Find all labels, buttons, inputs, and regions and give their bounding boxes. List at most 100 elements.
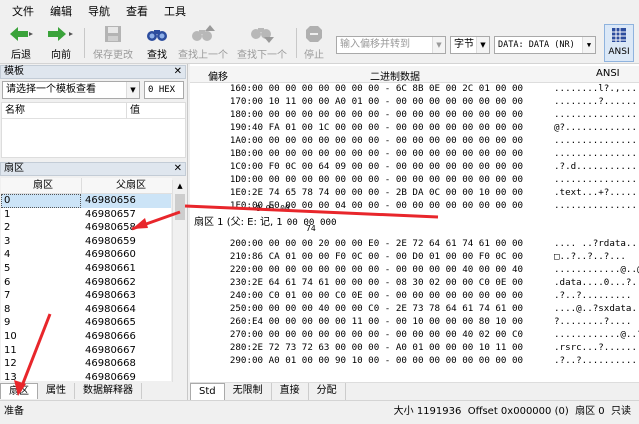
- hex-bytes: E4 00 00 00 00 00 11 00 - 00 10 00 00 00…: [252, 316, 524, 327]
- column-header-name[interactable]: 名称: [5, 103, 25, 119]
- hex-row[interactable]: 230: 2E 64 61 74 61 00 00 00 - 08 30 02 0…: [190, 276, 639, 289]
- sector-number: 6: [4, 276, 11, 288]
- sector-row[interactable]: 6 46980662: [1, 276, 171, 290]
- hex-overlay-a: 8 01 00: [256, 204, 290, 213]
- hex-row[interactable]: 1A0: 00 00 00 00 00 00 00 00 - 00 00 00 0…: [190, 134, 639, 147]
- sector-table-header: 扇区 父扇区: [1, 178, 172, 194]
- sector-row[interactable]: 8 46980664: [1, 303, 171, 317]
- sector-row[interactable]: 12 46980668: [1, 357, 171, 371]
- close-icon[interactable]: ✕: [174, 163, 182, 175]
- status-bar: 准备 大小 1191936 Offset 0x000000 (0) 扇区 0 只…: [0, 400, 639, 424]
- sector-row[interactable]: 10 46980666: [1, 330, 171, 344]
- ansi-button[interactable]: ANSI: [604, 24, 634, 62]
- menu-view[interactable]: 查看: [118, 3, 156, 19]
- hex-view[interactable]: 偏移 二进制数据 ANSI 160: 00 00 00 00 00 00 00 0…: [190, 64, 639, 382]
- binoculars-up-icon: [191, 24, 215, 44]
- sector-row[interactable]: 0 46980656: [1, 194, 171, 208]
- chevron-down-icon[interactable]: ▼: [126, 82, 139, 98]
- tab-properties[interactable]: 属性: [38, 383, 75, 399]
- chevron-down-icon[interactable]: ▼: [476, 37, 489, 53]
- hex-row[interactable]: 270: 00 00 00 00 00 00 00 00 - 00 00 00 0…: [190, 328, 639, 341]
- hex-row[interactable]: 170: 00 10 11 00 00 A0 01 00 - 00 00 00 0…: [190, 95, 639, 108]
- unit-select[interactable]: 字节 ▼: [450, 36, 490, 54]
- template-panel-header: 模板 ✕: [0, 65, 186, 79]
- hex-row[interactable]: 210: 86 CA 01 00 00 F0 0C 00 - 00 D0 01 0…: [190, 250, 639, 263]
- sector-row[interactable]: 9 46980665: [1, 316, 171, 330]
- sector-number: 4: [4, 249, 11, 261]
- hex-row[interactable]: 280: 2E 72 73 72 63 00 00 00 - A0 01 00 0…: [190, 341, 639, 354]
- scroll-up-icon[interactable]: ▲: [174, 180, 186, 192]
- back-button[interactable]: 后退: [4, 24, 38, 62]
- hex-row[interactable]: 240: 00 C0 01 00 00 C0 0E 00 - 00 00 00 0…: [190, 289, 639, 302]
- hex-row[interactable]: 1E0: 2E 74 65 78 74 00 00 00 - 2B DA 0C 0…: [190, 186, 639, 199]
- sector-row[interactable]: 4 46980660: [1, 248, 171, 262]
- hex-offset: 260:: [229, 316, 252, 327]
- column-header-value[interactable]: 值: [126, 103, 140, 119]
- menu-tools[interactable]: 工具: [156, 3, 194, 19]
- menu-navigate[interactable]: 导航: [80, 3, 118, 19]
- hex-offset: 190:: [229, 122, 252, 133]
- offset-input[interactable]: 输入偏移并转到 ▼: [336, 36, 446, 54]
- hex-tabs: Std 无限制 直接 分配: [190, 382, 639, 400]
- tab-sectors[interactable]: 扇区: [0, 383, 38, 399]
- hex-row[interactable]: 260: E4 00 00 00 00 00 11 00 - 00 10 00 0…: [190, 315, 639, 328]
- hex-row[interactable]: 290: 00 A0 01 00 00 90 10 00 - 00 00 00 0…: [190, 354, 639, 367]
- hex-offset: 250:: [229, 303, 252, 314]
- parent-sector: 46980663: [85, 290, 136, 302]
- hex-ansi: .... ..?rdata..: [554, 238, 637, 249]
- sector-row[interactable]: 7 46980663: [1, 289, 171, 303]
- data-source-select[interactable]: DATA: DATA (NR) ▼: [494, 36, 596, 54]
- sector-number: 3: [4, 235, 11, 247]
- save-button[interactable]: 保存更改: [90, 24, 136, 62]
- hex-bytes: 00 00 00 00 00 00 00 00 - 6C 8B 0E 00 2C…: [252, 83, 524, 94]
- stop-button[interactable]: 停止: [302, 24, 326, 62]
- hex-bytes: 00 10 11 00 00 A0 01 00 - 00 00 00 00 00…: [252, 96, 524, 107]
- find-next-button[interactable]: 查找下一个: [236, 24, 288, 62]
- menu-file[interactable]: 文件: [4, 3, 42, 19]
- hex-row[interactable]: 180: 00 00 00 00 00 00 00 00 - 00 00 00 0…: [190, 108, 639, 121]
- hex-ansi: ....@..?sxdata.: [554, 303, 637, 314]
- hex-row[interactable]: 1B0: 00 00 00 00 00 00 00 00 - 00 00 00 0…: [190, 147, 639, 160]
- status-info: 大小 1191936 Offset 0x000000 (0) 扇区 0 只读: [393, 406, 631, 417]
- hex-ansi: ?........?....: [554, 316, 632, 327]
- sector-row[interactable]: 11 46980667: [1, 344, 171, 358]
- column-header-parent[interactable]: 父扇区: [81, 178, 146, 194]
- find-button[interactable]: 查找: [142, 24, 172, 62]
- hex-row[interactable]: 190: 40 FA 01 00 1C 00 00 00 - 00 00 00 0…: [190, 121, 639, 134]
- scroll-thumb[interactable]: [175, 194, 185, 220]
- hex-row[interactable]: 220: 00 00 00 00 00 00 00 00 - 00 00 00 0…: [190, 263, 639, 276]
- tab-std[interactable]: Std: [190, 383, 225, 400]
- hex-bytes: 00 00 00 00 00 00 00 00 - 00 00 00 00 40…: [252, 329, 524, 340]
- menu-edit[interactable]: 编辑: [42, 3, 80, 19]
- sector-row[interactable]: 2 46980658: [1, 221, 171, 235]
- hex-bytes: 2E 64 61 74 61 00 00 00 - 08 30 02 00 00…: [252, 277, 524, 288]
- template-select-value: 请选择一个模板查看: [6, 84, 96, 95]
- tab-data-interpreter[interactable]: 数据解释器: [75, 383, 142, 399]
- template-format-input[interactable]: 0 HEX: [144, 81, 184, 99]
- chevron-down-icon[interactable]: ▼: [582, 37, 595, 53]
- sector-row[interactable]: 13 46980669: [1, 371, 171, 381]
- hex-row[interactable]: 250: 00 00 00 00 40 00 00 C0 - 2E 73 78 6…: [190, 302, 639, 315]
- hex-ansi: □..?..?..?...: [554, 251, 626, 262]
- hex-row[interactable]: 1C0: 00 F0 0C 00 64 09 00 00 - 00 00 00 0…: [190, 160, 639, 173]
- template-select[interactable]: 请选择一个模板查看 ▼: [2, 81, 140, 99]
- tab-direct[interactable]: 直接: [272, 383, 309, 400]
- hex-row[interactable]: 200: 00 00 00 00 20 00 00 E0 - 2E 72 64 6…: [190, 237, 639, 250]
- forward-button[interactable]: 向前: [44, 24, 78, 62]
- close-icon[interactable]: ✕: [174, 66, 182, 78]
- sector-number: 12: [4, 358, 17, 370]
- column-header-sector[interactable]: 扇区: [33, 178, 53, 194]
- chevron-down-icon[interactable]: ▼: [432, 37, 445, 53]
- sector-scrollbar[interactable]: ▲: [172, 180, 186, 382]
- sector-row[interactable]: 1 46980657: [1, 208, 171, 222]
- find-previous-button[interactable]: 查找上一个: [178, 24, 228, 62]
- left-tabs: 扇区 属性 数据解释器: [0, 383, 188, 399]
- tab-unlimited[interactable]: 无限制: [225, 383, 272, 400]
- sector-row[interactable]: 5 46980661: [1, 262, 171, 276]
- hex-bytes: 00 00 00 00 00 00 00 00 - 00 00 00 00 00…: [252, 174, 524, 185]
- sector-row[interactable]: 3 46980659: [1, 235, 171, 249]
- hex-row[interactable]: 1D0: 00 00 00 00 00 00 00 00 - 00 00 00 0…: [190, 173, 639, 186]
- tab-allocated[interactable]: 分配: [309, 383, 346, 400]
- sector-number: 10: [4, 330, 17, 342]
- hex-row[interactable]: 160: 00 00 00 00 00 00 00 00 - 6C 8B 0E 0…: [190, 82, 639, 95]
